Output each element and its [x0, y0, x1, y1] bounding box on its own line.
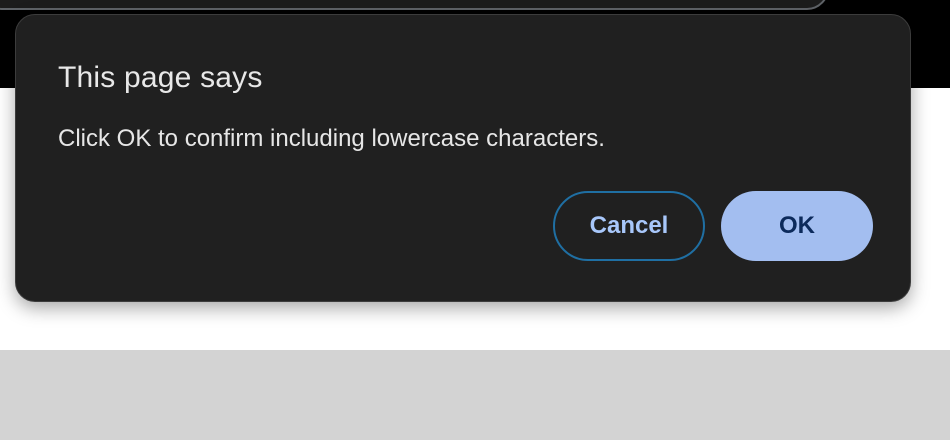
cancel-button[interactable]: Cancel	[553, 191, 705, 261]
address-bar[interactable]	[0, 0, 829, 10]
dialog-title: This page says	[58, 61, 263, 94]
browser-viewport: This page says Click OK to confirm inclu…	[0, 0, 950, 440]
alert-dialog: This page says Click OK to confirm inclu…	[15, 14, 911, 302]
dialog-message: Click OK to confirm including lowercase …	[58, 125, 605, 152]
ok-button[interactable]: OK	[721, 191, 873, 261]
page-footer-area	[0, 350, 950, 440]
